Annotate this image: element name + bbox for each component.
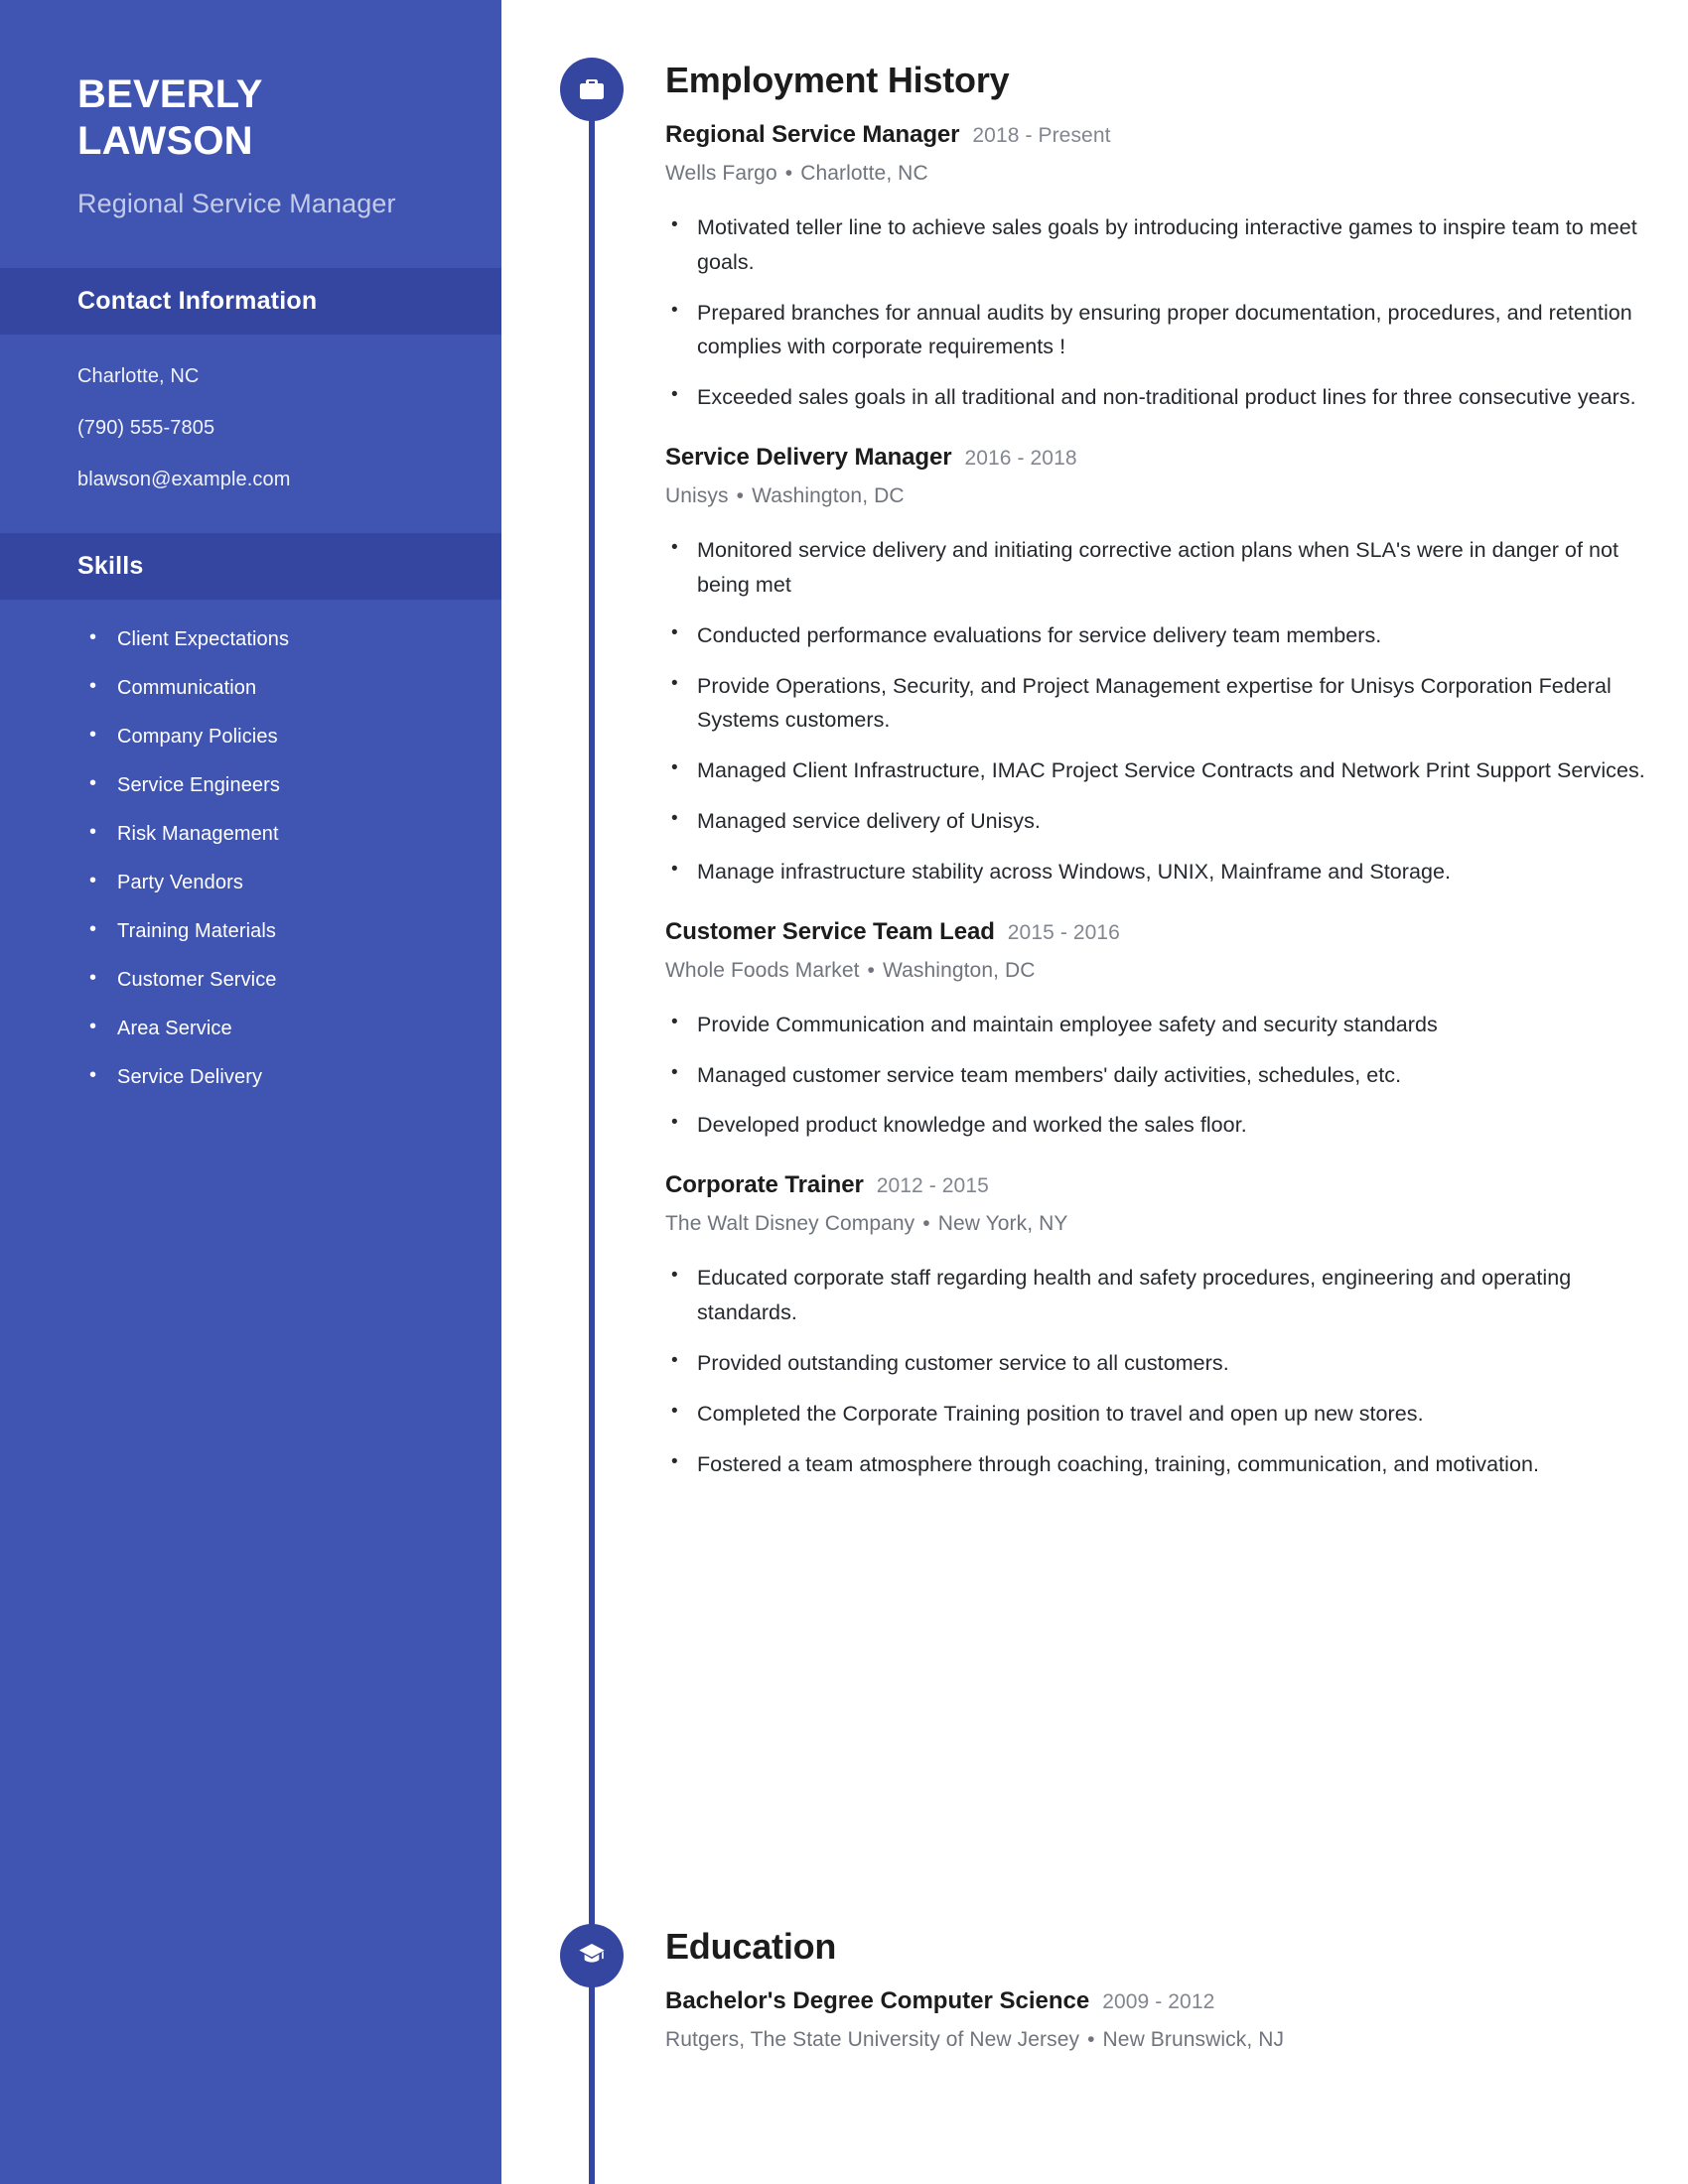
entry-company-location: Wells Fargo • Charlotte, NC — [665, 162, 1668, 186]
skills-header: Skills — [0, 532, 501, 600]
entry-role: Regional Service Manager — [665, 121, 960, 148]
employment-entry: Corporate Trainer 2012 - 2015 The Walt D… — [665, 1171, 1668, 1481]
education-degree: Bachelor's Degree Computer Science — [665, 1987, 1090, 2014]
entry-dates: 2018 - Present — [972, 124, 1111, 147]
timeline-rail — [589, 84, 595, 2184]
graduation-cap-icon — [560, 1924, 624, 1987]
separator-dot: • — [922, 1212, 930, 1236]
entry-company: The Walt Disney Company — [665, 1212, 915, 1236]
contact-information-header: Contact Information — [0, 267, 501, 335]
bullet-item: Managed Client Infrastructure, IMAC Proj… — [665, 753, 1668, 788]
bullet-item: Provided outstanding customer service to… — [665, 1346, 1668, 1381]
entry-location: New York, NY — [937, 1212, 1068, 1236]
main-content: Employment History Regional Service Mana… — [501, 0, 1688, 2184]
entry-role: Corporate Trainer — [665, 1171, 864, 1199]
separator-dot: • — [867, 958, 875, 982]
bullet-item: Monitored service delivery and initiatin… — [665, 533, 1668, 603]
employment-entry: Customer Service Team Lead 2015 - 2016 W… — [665, 918, 1668, 1143]
entry-bullets: Motivated teller line to achieve sales g… — [665, 210, 1668, 415]
bullet-item: Developed product knowledge and worked t… — [665, 1108, 1668, 1143]
entry-company-location: Whole Foods Market • Washington, DC — [665, 959, 1668, 983]
briefcase-icon — [560, 58, 624, 121]
bullet-item: Educated corporate staff regarding healt… — [665, 1261, 1668, 1330]
contact-list: Charlotte, NC (790) 555-7805 blawson@exa… — [0, 335, 501, 489]
bullet-item: Managed service delivery of Unisys. — [665, 804, 1668, 839]
bullet-item: Motivated teller line to achieve sales g… — [665, 210, 1668, 280]
separator-dot: • — [736, 484, 745, 508]
skill-item: Service Delivery — [87, 1065, 452, 1087]
entry-dates: 2012 - 2015 — [876, 1174, 989, 1198]
entry-header: Bachelor's Degree Computer Science 2009 … — [665, 1987, 1668, 2015]
skill-item: Company Policies — [87, 725, 452, 747]
contact-location: Charlotte, NC — [77, 364, 200, 387]
contact-phone[interactable]: (790) 555-7805 — [77, 418, 442, 438]
education-entries: Bachelor's Degree Computer Science 2009 … — [665, 1987, 1668, 2052]
separator-dot: • — [784, 162, 793, 185]
skill-item: Training Materials — [87, 919, 452, 941]
skill-item: Area Service — [87, 1017, 452, 1038]
entry-header: Customer Service Team Lead 2015 - 2016 — [665, 918, 1668, 946]
entry-bullets: Provide Communication and maintain emplo… — [665, 1008, 1668, 1143]
bullet-item: Provide Communication and maintain emplo… — [665, 1008, 1668, 1042]
entry-header: Regional Service Manager 2018 - Present — [665, 121, 1668, 149]
entry-bullets: Educated corporate staff regarding healt… — [665, 1261, 1668, 1481]
bullet-item: Fostered a team atmosphere through coach… — [665, 1447, 1668, 1482]
bullet-item: Prepared branches for annual audits by e… — [665, 296, 1668, 365]
education-school: Rutgers, The State University of New Jer… — [665, 2028, 1080, 2051]
education-title: Education — [665, 1926, 837, 1967]
candidate-name: BEVERLY LAWSON — [77, 71, 424, 165]
employment-entry: Service Delivery Manager 2016 - 2018 Uni… — [665, 444, 1668, 889]
entry-company-location: The Walt Disney Company • New York, NY — [665, 1212, 1668, 1236]
sidebar: BEVERLY LAWSON Regional Service Manager … — [0, 0, 501, 2184]
bullet-item: Completed the Corporate Training positio… — [665, 1397, 1668, 1432]
employment-entry: Regional Service Manager 2018 - Present … — [665, 121, 1668, 415]
name-block: BEVERLY LAWSON Regional Service Manager — [0, 0, 501, 222]
resume-page: BEVERLY LAWSON Regional Service Manager … — [0, 0, 1688, 2184]
skills-header-label: Skills — [77, 551, 144, 580]
contact-email[interactable]: blawson@example.com — [77, 470, 442, 489]
entry-company: Whole Foods Market — [665, 958, 860, 982]
skill-item: Risk Management — [87, 822, 452, 844]
skill-item: Service Engineers — [87, 773, 452, 795]
bullet-item: Conducted performance evaluations for se… — [665, 618, 1668, 653]
entry-company: Wells Fargo — [665, 162, 777, 185]
entry-role: Customer Service Team Lead — [665, 917, 995, 945]
education-school-location: Rutgers, The State University of New Jer… — [665, 2028, 1668, 2052]
separator-dot: • — [1087, 2028, 1095, 2051]
bullet-item: Provide Operations, Security, and Projec… — [665, 669, 1668, 739]
skills-list: Client Expectations Communication Compan… — [0, 600, 501, 1087]
entry-location: Charlotte, NC — [800, 162, 928, 185]
entry-header: Corporate Trainer 2012 - 2015 — [665, 1171, 1668, 1199]
entry-dates: 2015 - 2016 — [1007, 920, 1120, 944]
entry-role: Service Delivery Manager — [665, 444, 952, 472]
contact-information-header-label: Contact Information — [77, 286, 318, 315]
skill-item: Communication — [87, 676, 452, 698]
candidate-job-title: Regional Service Manager — [77, 188, 396, 218]
education-location: New Brunswick, NJ — [1102, 2028, 1285, 2051]
entry-dates: 2016 - 2018 — [964, 447, 1077, 471]
bullet-item: Managed customer service team members' d… — [665, 1058, 1668, 1093]
candidate-last-name: LAWSON — [77, 118, 253, 163]
bullet-item: Manage infrastructure stability across W… — [665, 855, 1668, 889]
entry-location: Washington, DC — [752, 484, 905, 508]
education-dates: 2009 - 2012 — [1102, 1990, 1215, 2013]
employment-entries: Regional Service Manager 2018 - Present … — [665, 121, 1668, 1497]
entry-company-location: Unisys • Washington, DC — [665, 484, 1668, 508]
skill-item: Party Vendors — [87, 871, 452, 892]
skill-item: Customer Service — [87, 968, 452, 990]
skill-item: Client Expectations — [87, 627, 452, 649]
entry-company: Unisys — [665, 484, 729, 508]
candidate-first-name: BEVERLY — [77, 72, 263, 116]
entry-location: Washington, DC — [883, 958, 1036, 982]
education-entry: Bachelor's Degree Computer Science 2009 … — [665, 1987, 1668, 2052]
employment-history-title: Employment History — [665, 60, 1010, 100]
bullet-item: Exceeded sales goals in all traditional … — [665, 380, 1668, 415]
entry-header: Service Delivery Manager 2016 - 2018 — [665, 444, 1668, 472]
entry-bullets: Monitored service delivery and initiatin… — [665, 533, 1668, 889]
